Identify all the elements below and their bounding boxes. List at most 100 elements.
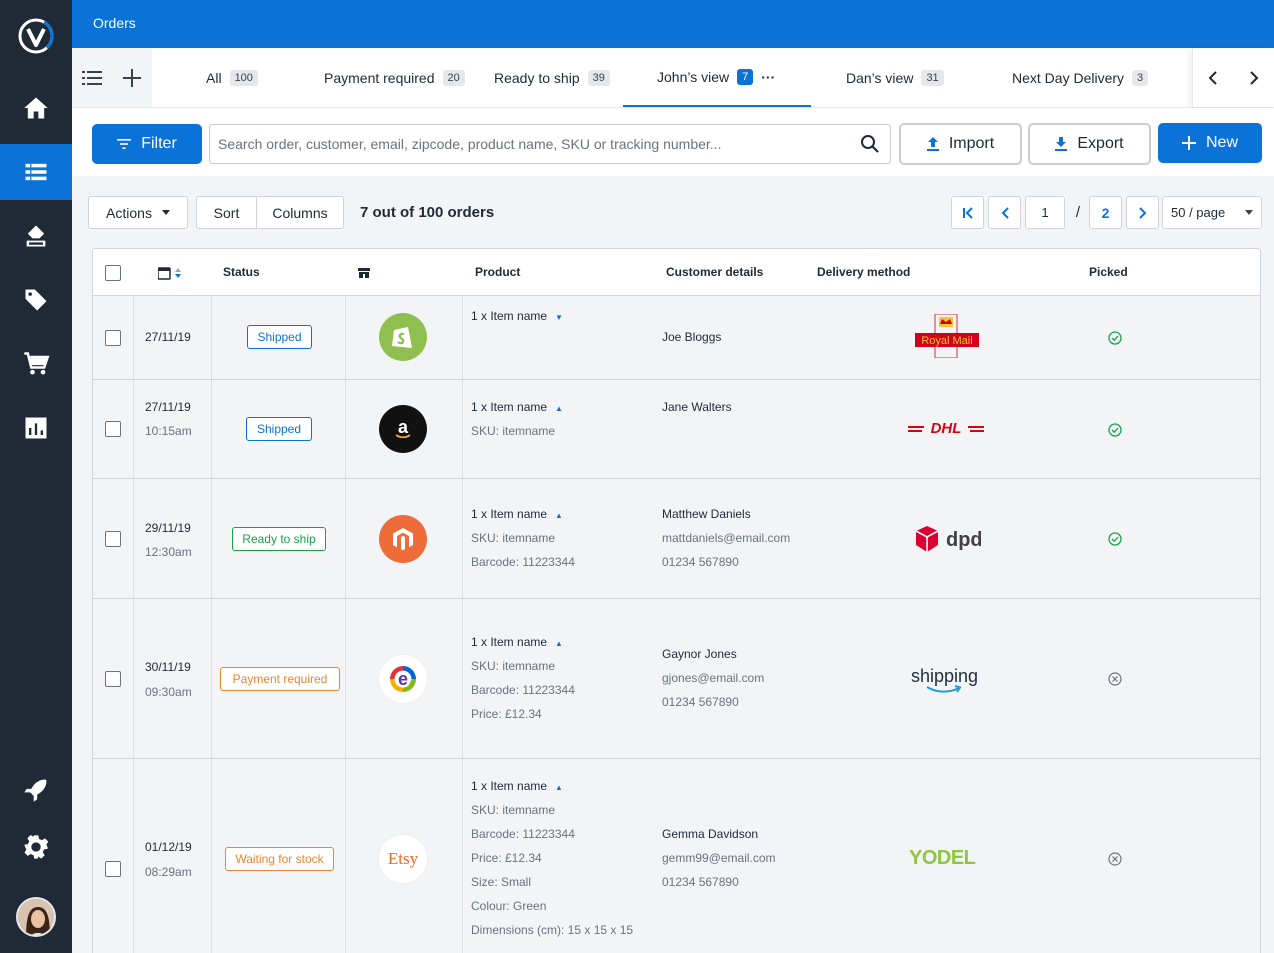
- table-row[interactable]: 30/11/19 09:30am Payment required e 1 x …: [93, 599, 1260, 759]
- nav-home[interactable]: [0, 80, 72, 136]
- row-checkbox[interactable]: [105, 861, 121, 877]
- expand-caret-icon[interactable]: ▲: [555, 401, 563, 417]
- upload-icon: [926, 137, 939, 151]
- amazon-icon: a: [379, 405, 427, 453]
- user-avatar[interactable]: [16, 897, 56, 937]
- tab-label: Next Day Delivery: [1012, 69, 1125, 86]
- export-button[interactable]: Export: [1028, 123, 1151, 165]
- expand-caret-icon[interactable]: ▲: [555, 636, 563, 652]
- product-line: Size: Small: [471, 875, 532, 889]
- more-options-icon[interactable]: ···: [761, 69, 775, 85]
- nav-products[interactable]: [0, 272, 72, 328]
- tab-johns-view[interactable]: John’s view 7 ···: [623, 48, 811, 107]
- customer-phone: 01234 567890: [662, 555, 739, 569]
- customer-details: Gemma Davidson gemm99@email.com 01234 56…: [662, 826, 776, 898]
- nav-inventory[interactable]: [0, 208, 72, 264]
- nav-reports[interactable]: [0, 400, 72, 456]
- customer-name: Matthew Daniels: [662, 507, 751, 521]
- table-row[interactable]: 27/11/19 Shipped 1 x Item name ▼ Joe Blog…: [93, 296, 1260, 380]
- filter-button[interactable]: Filter: [92, 124, 202, 164]
- nav-purchasing[interactable]: [0, 336, 72, 392]
- tab-all[interactable]: All 100: [206, 48, 258, 107]
- row-checkbox[interactable]: [105, 671, 121, 687]
- tag-icon: [25, 289, 47, 311]
- check-circle-icon: [1108, 423, 1122, 437]
- customer-details: Jane Walters: [662, 399, 732, 423]
- customer-name: Gemma Davidson: [662, 827, 759, 841]
- expand-caret-icon[interactable]: ▼: [555, 310, 563, 326]
- chevron-left-icon[interactable]: [1208, 70, 1218, 85]
- delivery-header: Delivery method: [817, 265, 911, 279]
- customer-phone: 01234 567890: [662, 875, 739, 889]
- tab-tools: [72, 48, 152, 107]
- new-order-button[interactable]: New: [1158, 123, 1262, 163]
- import-label: Import: [948, 135, 995, 152]
- list-icon: [25, 163, 47, 181]
- yodel-logo: YODEL: [909, 847, 976, 869]
- product-line: 1 x Item name: [471, 635, 548, 649]
- result-count: 7 out of 100 orders: [360, 204, 495, 221]
- search-input[interactable]: [210, 125, 830, 163]
- product-line: SKU: itemname: [471, 424, 556, 438]
- date-sort-header[interactable]: [157, 266, 184, 283]
- tab-label: All: [206, 69, 222, 86]
- tab-payment-required[interactable]: Payment required 20: [324, 48, 465, 107]
- nav-orders[interactable]: [0, 144, 72, 200]
- x-circle-icon: [1108, 672, 1122, 686]
- table-row[interactable]: 29/11/19 12:30am Ready to ship 1 x Item …: [93, 479, 1260, 599]
- magento-icon: [379, 515, 427, 563]
- stamp-icon: [26, 225, 46, 247]
- row-checkbox[interactable]: [105, 421, 121, 437]
- tab-ready-to-ship[interactable]: Ready to ship 39: [494, 48, 610, 107]
- menu-list-icon[interactable]: [82, 70, 102, 85]
- calendar-sort-icon: [157, 267, 181, 280]
- tab-dans-view[interactable]: Dan’s view 31: [846, 48, 944, 107]
- tab-label: Payment required: [324, 69, 435, 86]
- nav-settings[interactable]: [0, 819, 72, 875]
- app-logo[interactable]: [18, 18, 54, 54]
- next-page-button[interactable]: [1126, 196, 1159, 229]
- order-date: 01/12/19: [145, 840, 192, 854]
- first-page-icon: [962, 206, 973, 219]
- expand-caret-icon[interactable]: ▲: [555, 780, 563, 796]
- nav-launch[interactable]: [0, 762, 72, 818]
- per-page-value: 50 / page: [1171, 205, 1226, 220]
- product-line: 1 x Item name: [471, 779, 548, 793]
- per-page-select[interactable]: 50 / page: [1162, 196, 1262, 229]
- cart-icon: [24, 352, 50, 375]
- order-time: 08:29am: [145, 865, 192, 879]
- customer-email: gjones@email.com: [662, 671, 765, 685]
- table-row[interactable]: 01/12/19 08:29am Waiting for stock Etsy …: [93, 759, 1260, 953]
- product-details: 1 x Item name ▲ SKU: itemname Barcode: 11…: [471, 634, 575, 730]
- product-details: 1 x Item name ▲ SKU: itemname Barcode: 11…: [471, 506, 575, 578]
- product-line: Barcode: 11223344: [471, 827, 575, 841]
- tab-count-badge: 20: [442, 69, 465, 86]
- row-checkbox[interactable]: [105, 330, 121, 346]
- page-input[interactable]: 1: [1025, 196, 1065, 229]
- order-date: 27/11/19: [145, 400, 191, 414]
- customer-name: Jane Walters: [662, 400, 732, 414]
- royal-mail-logo: Royal Mail: [915, 313, 979, 363]
- actions-dropdown[interactable]: Actions: [88, 196, 188, 229]
- first-page-button[interactable]: [951, 196, 984, 229]
- tab-scroller: [1192, 48, 1274, 107]
- add-view-icon[interactable]: [122, 68, 142, 88]
- prev-page-button[interactable]: [988, 196, 1021, 229]
- table-row[interactable]: 27/11/19 10:15am Shipped a 1 x Item name…: [93, 380, 1260, 479]
- sort-button[interactable]: Sort: [196, 196, 256, 229]
- etsy-icon: Etsy: [379, 835, 427, 883]
- tab-next-day-delivery[interactable]: Next Day Delivery 3: [1012, 48, 1149, 107]
- columns-button[interactable]: Columns: [256, 196, 344, 229]
- import-button[interactable]: Import: [899, 123, 1022, 165]
- row-checkbox[interactable]: [105, 531, 121, 547]
- total-pages-button[interactable]: 2: [1089, 196, 1122, 229]
- svg-text:a: a: [398, 417, 409, 437]
- gear-icon: [24, 834, 49, 859]
- product-details: 1 x Item name ▲ SKU: itemname Barcode: 11…: [471, 778, 633, 946]
- table-header: Status Product Customer details Delivery…: [93, 249, 1260, 296]
- select-all-checkbox[interactable]: [105, 265, 121, 281]
- chevron-right-icon[interactable]: [1249, 70, 1259, 85]
- expand-caret-icon[interactable]: ▲: [555, 508, 563, 524]
- tab-label: John’s view: [657, 68, 730, 85]
- search-icon[interactable]: [860, 134, 880, 154]
